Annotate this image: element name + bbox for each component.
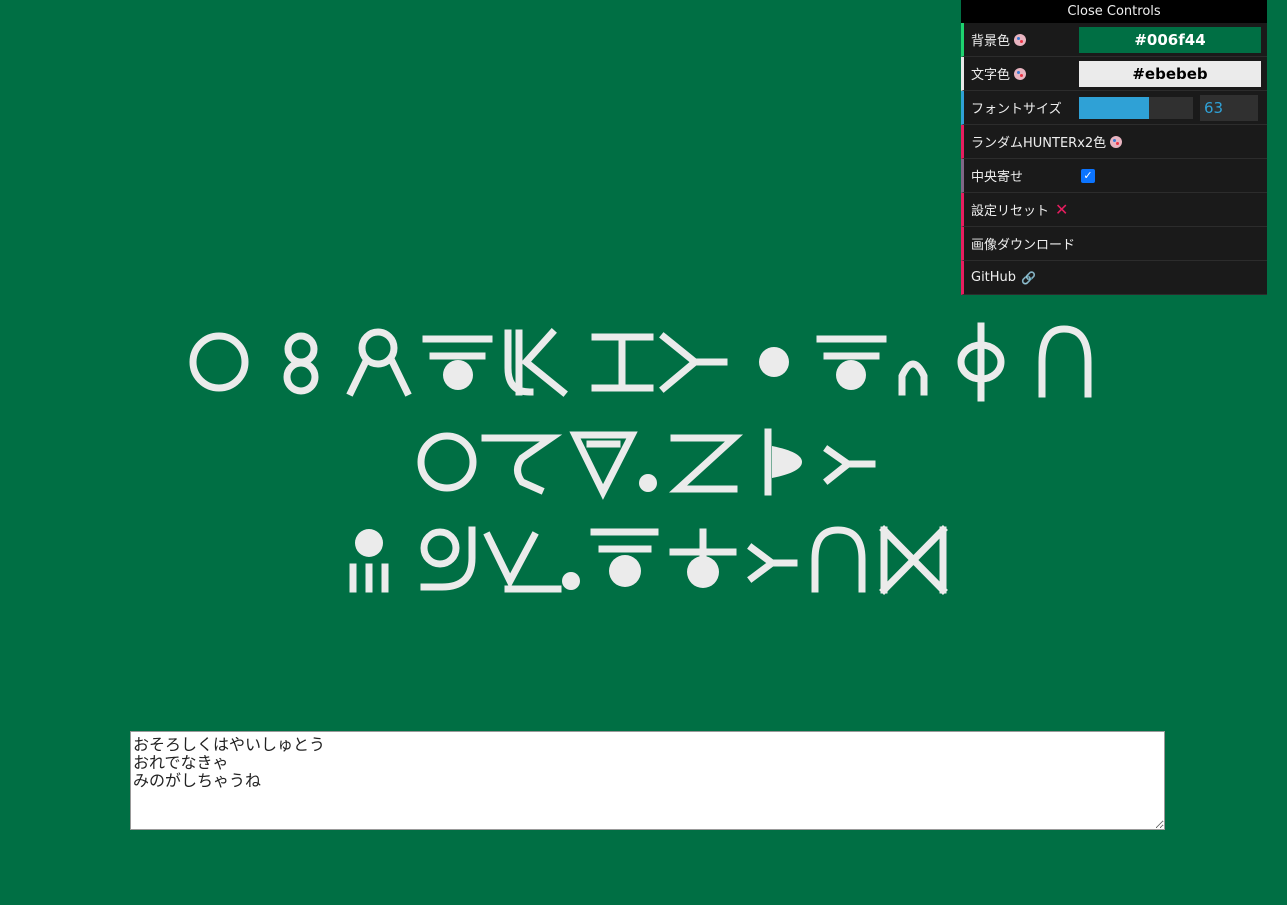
reset-settings-label: 設定リセット ✕ bbox=[971, 200, 1068, 219]
palette-icon bbox=[1014, 67, 1027, 80]
glyph bbox=[346, 328, 412, 397]
glyph bbox=[957, 322, 1005, 402]
link-icon: 🔗 bbox=[1021, 270, 1037, 285]
glyph bbox=[504, 328, 568, 397]
glyph bbox=[811, 526, 866, 593]
text-color-row: 文字色 #ebebeb bbox=[961, 57, 1267, 91]
palette-icon bbox=[1110, 135, 1123, 148]
background-color-row: 背景色 #006f44 bbox=[961, 23, 1267, 57]
checkmark-icon: ✓ bbox=[1083, 169, 1093, 182]
github-link[interactable]: GitHub 🔗 bbox=[961, 261, 1267, 295]
github-label-text: GitHub bbox=[971, 270, 1017, 285]
glyph bbox=[422, 335, 493, 390]
close-controls-button[interactable]: Close Controls bbox=[961, 0, 1267, 23]
center-align-row: 中央寄せ ✓ bbox=[961, 159, 1267, 193]
script-line-2 bbox=[417, 428, 876, 500]
random-color-label: ランダムHUNTERx2色 bbox=[971, 132, 1123, 151]
download-image-label: 画像ダウンロード bbox=[971, 238, 1076, 253]
glyph bbox=[189, 332, 249, 392]
glyph bbox=[898, 360, 928, 396]
glyph bbox=[420, 526, 476, 591]
center-align-checkbox[interactable]: ✓ bbox=[1081, 168, 1095, 183]
background-color-label-text: 背景色 bbox=[971, 34, 1011, 49]
text-color-label-text: 文字色 bbox=[971, 68, 1011, 83]
glyph bbox=[879, 525, 948, 595]
script-text-input[interactable] bbox=[130, 731, 1165, 830]
glyph bbox=[816, 335, 887, 390]
glyph bbox=[759, 347, 789, 377]
glyph bbox=[669, 528, 737, 588]
glyph bbox=[747, 543, 798, 583]
script-line-3 bbox=[349, 525, 948, 595]
font-size-label: フォントサイズ bbox=[971, 102, 1062, 117]
controls-panel: Close Controls 背景色 #006f44 文字色 #ebebeb フ… bbox=[961, 0, 1267, 295]
font-size-row: フォントサイズ 63 bbox=[961, 91, 1267, 125]
glyph bbox=[349, 529, 389, 593]
glyph bbox=[823, 445, 876, 485]
cross-icon: ✕ bbox=[1055, 200, 1069, 219]
glyph bbox=[569, 431, 657, 500]
glyph bbox=[591, 333, 654, 392]
glyph bbox=[283, 332, 319, 395]
palette-icon bbox=[1014, 33, 1027, 46]
download-image-button[interactable]: 画像ダウンロード bbox=[961, 227, 1267, 261]
glyph bbox=[417, 432, 477, 492]
text-color-picker[interactable]: #ebebeb bbox=[1079, 60, 1261, 87]
background-color-label: 背景色 bbox=[971, 30, 1079, 49]
text-color-label: 文字色 bbox=[971, 64, 1079, 83]
random-color-label-text: ランダムHUNTERx2色 bbox=[971, 136, 1107, 151]
script-line-1 bbox=[189, 322, 1092, 402]
glyph bbox=[481, 434, 563, 495]
glyph bbox=[483, 531, 580, 593]
font-size-slider-fill bbox=[1079, 96, 1149, 119]
glyph bbox=[659, 332, 728, 393]
random-color-button[interactable]: ランダムHUNTERx2色 bbox=[961, 125, 1267, 159]
reset-settings-button[interactable]: 設定リセット ✕ bbox=[961, 193, 1267, 227]
glyph bbox=[590, 528, 659, 587]
font-size-slider[interactable] bbox=[1079, 96, 1193, 119]
font-size-input[interactable]: 63 bbox=[1200, 94, 1258, 121]
background-color-picker[interactable]: #006f44 bbox=[1079, 26, 1261, 53]
center-align-label: 中央寄せ bbox=[971, 170, 1024, 185]
glyph bbox=[764, 428, 802, 496]
reset-settings-label-text: 設定リセット bbox=[971, 204, 1050, 219]
github-label: GitHub 🔗 bbox=[971, 270, 1036, 285]
glyph bbox=[1038, 325, 1092, 398]
glyph bbox=[668, 434, 744, 493]
